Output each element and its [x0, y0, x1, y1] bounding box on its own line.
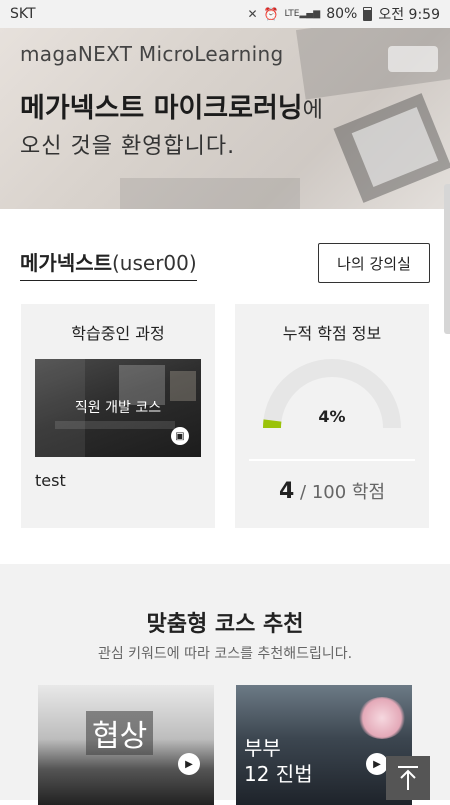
recommend-course-label: 협상	[86, 711, 153, 755]
mute-icon: ✕	[247, 7, 257, 21]
recommend-course-label: 부부 12 진법	[240, 735, 317, 787]
user-row: 메가넥스트(user00) 나의 강의실	[20, 243, 430, 283]
scroll-top-button[interactable]	[386, 756, 430, 800]
battery-percent: 80%	[326, 6, 357, 22]
divider	[249, 459, 415, 461]
gauge-percent: 4%	[235, 407, 429, 426]
carrier-label: SKT	[10, 6, 36, 22]
user-name: 메가넥스트(user00)	[20, 247, 197, 281]
credit-summary: 4 / 100 학점	[235, 478, 429, 504]
recommend-title: 맞춤형 코스 추천	[0, 606, 450, 638]
label-line1: 부부	[244, 735, 313, 761]
play-icon[interactable]: ▶	[366, 753, 388, 775]
course-name[interactable]: test	[35, 471, 66, 490]
thumbnail-label: 직원 개발 코스	[35, 397, 201, 417]
side-drawer-handle[interactable]	[444, 184, 450, 334]
credit-gauge	[263, 359, 401, 439]
credit-card-title: 누적 학점 정보	[235, 320, 429, 344]
credit-info-card: 누적 학점 정보 4% 4 / 100 학점	[235, 304, 429, 528]
hero-banner: magaNEXT MicroLearning 메가넥스트 마이크로러닝에 오신 …	[0, 28, 450, 209]
status-bar: SKT ✕ ⏰ LTE▂▄▆ 80% 오전 9:59	[0, 0, 450, 28]
arrow-up-icon	[396, 764, 420, 792]
status-icons: ✕ ⏰ LTE▂▄▆ 80% 오전 9:59	[247, 4, 440, 24]
recommend-section: 맞춤형 코스 추천 관심 키워드에 따라 코스를 추천해드립니다. 협상 ▶ 부…	[0, 564, 450, 800]
lte-signal-icon: LTE▂▄▆	[284, 9, 320, 19]
learning-course-card: 학습중인 과정 직원 개발 코스 ▣ test	[21, 304, 215, 528]
hero-title: 메가넥스트 마이크로러닝에	[20, 86, 323, 125]
hero-subtitle: magaNEXT MicroLearning	[20, 42, 283, 66]
my-classroom-button[interactable]: 나의 강의실	[318, 243, 430, 283]
hero-welcome-line: 오신 것을 환영합니다.	[20, 128, 235, 160]
label-line2: 12 진법	[244, 761, 313, 787]
battery-icon	[363, 7, 372, 21]
user-display-name: 메가넥스트	[20, 251, 112, 275]
recommend-course-card[interactable]: 협상 ▶	[38, 685, 214, 805]
play-icon[interactable]: ▶	[178, 753, 200, 775]
user-id: (user00)	[112, 251, 197, 275]
recommend-subtitle: 관심 키워드에 따라 코스를 추천해드립니다.	[0, 643, 450, 663]
bouquet-image	[358, 697, 406, 739]
course-thumbnail[interactable]: 직원 개발 코스 ▣	[35, 359, 201, 457]
hero-title-bold: 메가넥스트 마이크로러닝	[20, 93, 303, 124]
clock: 오전 9:59	[378, 4, 440, 24]
hero-title-tail: 에	[303, 98, 323, 123]
credit-total: / 100 학점	[300, 482, 385, 503]
alarm-icon: ⏰	[264, 7, 279, 21]
learning-card-title: 학습중인 과정	[21, 320, 215, 344]
clipboard-icon: ▣	[171, 427, 189, 445]
credit-earned: 4	[279, 479, 294, 504]
